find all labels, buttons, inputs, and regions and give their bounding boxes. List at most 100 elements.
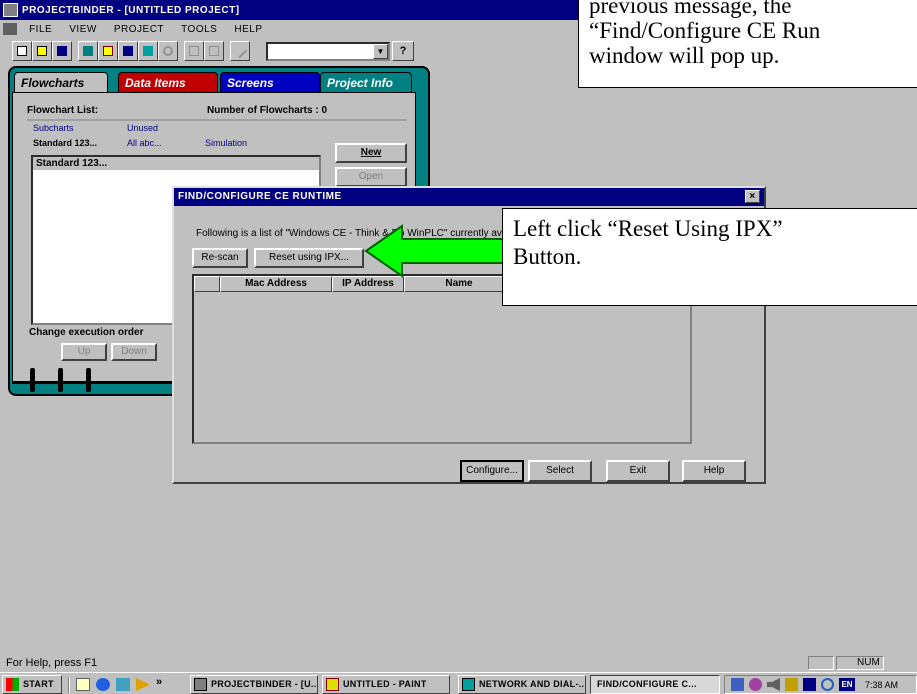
arrow-left-icon	[364, 224, 519, 278]
desktop-icon[interactable]	[76, 678, 90, 691]
save-button[interactable]	[52, 41, 72, 61]
reset-ipx-button[interactable]: Reset using IPX...	[254, 248, 364, 268]
tray-icon-4[interactable]	[803, 678, 816, 691]
callout-main-line2: Button.	[513, 244, 582, 269]
select-button[interactable]: Select	[528, 460, 592, 482]
start-button[interactable]: Start	[2, 675, 62, 694]
mail-icon[interactable]	[116, 678, 130, 691]
media-icon[interactable]	[136, 678, 150, 691]
exit-button[interactable]: Exit	[606, 460, 670, 482]
new-file-icon	[17, 46, 27, 56]
app-icon[interactable]	[3, 3, 18, 17]
screen-tool-button[interactable]	[118, 41, 138, 61]
chart-tool-button[interactable]	[138, 41, 158, 61]
flowchart-icon	[83, 46, 93, 56]
flowchart-count: Number of Flowcharts : 0	[207, 105, 328, 116]
divider	[27, 119, 407, 121]
open-button[interactable]: Open	[335, 167, 407, 187]
column-header-blank[interactable]	[194, 276, 220, 292]
dialog-title: Find/Configure CE Runtime	[178, 191, 342, 202]
tray-icon-3[interactable]	[785, 678, 798, 691]
data-icon	[103, 46, 113, 56]
data-tool-button[interactable]	[98, 41, 118, 61]
callout-top-line3: window will pop up.	[589, 43, 780, 68]
rescan-button[interactable]: Re-scan	[192, 248, 248, 268]
taskbar-separator	[68, 677, 70, 693]
flowchart-list-label: Flowchart List:	[27, 105, 99, 116]
binder-ring-3	[86, 368, 91, 392]
pencil-icon	[232, 43, 248, 59]
down-button[interactable]: Down	[111, 343, 157, 361]
subtab-unused[interactable]: Unused	[127, 123, 158, 133]
folder-icon	[37, 46, 47, 56]
tray-icon-1[interactable]	[731, 678, 744, 691]
more-icon[interactable]: »	[156, 676, 162, 688]
network-icon	[462, 678, 475, 691]
help-button[interactable]: Help	[682, 460, 746, 482]
chart-icon	[143, 46, 153, 56]
menu-tools[interactable]: Tools	[174, 21, 224, 39]
context-help-button[interactable]: ?	[392, 41, 414, 61]
projectbinder-icon	[194, 678, 207, 691]
menu-help[interactable]: Help	[227, 21, 269, 39]
screen-icon	[123, 46, 133, 56]
menu-bar: File View Project Tools Help	[0, 20, 590, 38]
status-text: For Help, press F1	[6, 657, 98, 669]
app-title: ProjectBinder - [Untitled Project]	[22, 5, 240, 16]
close-icon[interactable]: ×	[745, 190, 760, 203]
tab-project-info[interactable]: Project Info	[320, 72, 412, 94]
grid-tool-button[interactable]	[184, 41, 204, 61]
status-bar: For Help, press F1 NUM	[0, 654, 917, 672]
magnifier-icon	[163, 46, 173, 56]
floppy-icon	[57, 46, 67, 56]
subtab-subcharts[interactable]: Subcharts	[33, 123, 74, 133]
flowchart-tool-button[interactable]	[78, 41, 98, 61]
tab-screens[interactable]: Screens	[220, 72, 320, 94]
toolbar: ▼ ?	[0, 38, 590, 64]
tab-flowcharts[interactable]: Flowcharts	[14, 72, 108, 94]
app-title-bar[interactable]: ProjectBinder - [Untitled Project]	[0, 0, 590, 20]
table-icon	[209, 46, 219, 56]
chevron-down-icon[interactable]: ▼	[373, 44, 388, 59]
menu-file[interactable]: File	[22, 21, 59, 39]
callout-main-line1: Left click “Reset Using IPX”	[513, 216, 783, 241]
clock[interactable]: 7:38 AM	[865, 678, 898, 692]
menu-view[interactable]: View	[62, 21, 104, 39]
subtab-standard[interactable]: Standard 123...	[33, 138, 97, 148]
volume-icon[interactable]	[767, 678, 780, 691]
instruction-callout-top: previous message, the “Find/Configure CE…	[578, 0, 917, 88]
table-tool-button[interactable]	[204, 41, 224, 61]
grid-icon	[189, 46, 199, 56]
edit-tool-button[interactable]	[230, 41, 250, 61]
language-indicator[interactable]: EN	[839, 678, 855, 691]
num-lock-indicator: NUM	[836, 656, 884, 670]
menu-project[interactable]: Project	[107, 21, 171, 39]
list-item[interactable]: Standard 123...	[33, 157, 319, 170]
open-file-button[interactable]	[32, 41, 52, 61]
doc-menu-icon[interactable]	[3, 23, 17, 35]
task-paint[interactable]: untitled - Paint	[322, 675, 450, 694]
tray-icon-5[interactable]	[821, 678, 834, 691]
system-tray: EN 7:38 AM	[724, 675, 917, 694]
subtab-simulation[interactable]: Simulation	[205, 138, 247, 148]
status-pane-blank	[808, 656, 834, 670]
tab-data-items[interactable]: Data Items	[118, 72, 218, 94]
task-projectbinder[interactable]: ProjectBinder - [U...	[190, 675, 318, 694]
toolbar-combo[interactable]: ▼	[266, 42, 390, 61]
change-order-label: Change execution order	[29, 327, 144, 338]
binder-ring-2	[58, 368, 63, 392]
task-network[interactable]: Network and Dial-...	[458, 675, 586, 694]
binder-spine	[12, 382, 172, 384]
browser-icon[interactable]	[96, 678, 110, 691]
column-header-mac[interactable]: Mac Address	[220, 276, 332, 292]
paint-icon	[326, 678, 339, 691]
tray-icon-2[interactable]	[749, 678, 762, 691]
task-find-configure[interactable]: Find/Configure C...	[590, 675, 720, 694]
new-button[interactable]: New	[335, 143, 407, 163]
up-button[interactable]: Up	[61, 343, 107, 361]
configure-button[interactable]: Configure...	[460, 460, 524, 482]
zoom-button[interactable]	[158, 41, 178, 61]
subtab-all[interactable]: All abc...	[127, 138, 162, 148]
new-file-button[interactable]	[12, 41, 32, 61]
dialog-title-bar[interactable]: Find/Configure CE Runtime ×	[174, 188, 764, 206]
